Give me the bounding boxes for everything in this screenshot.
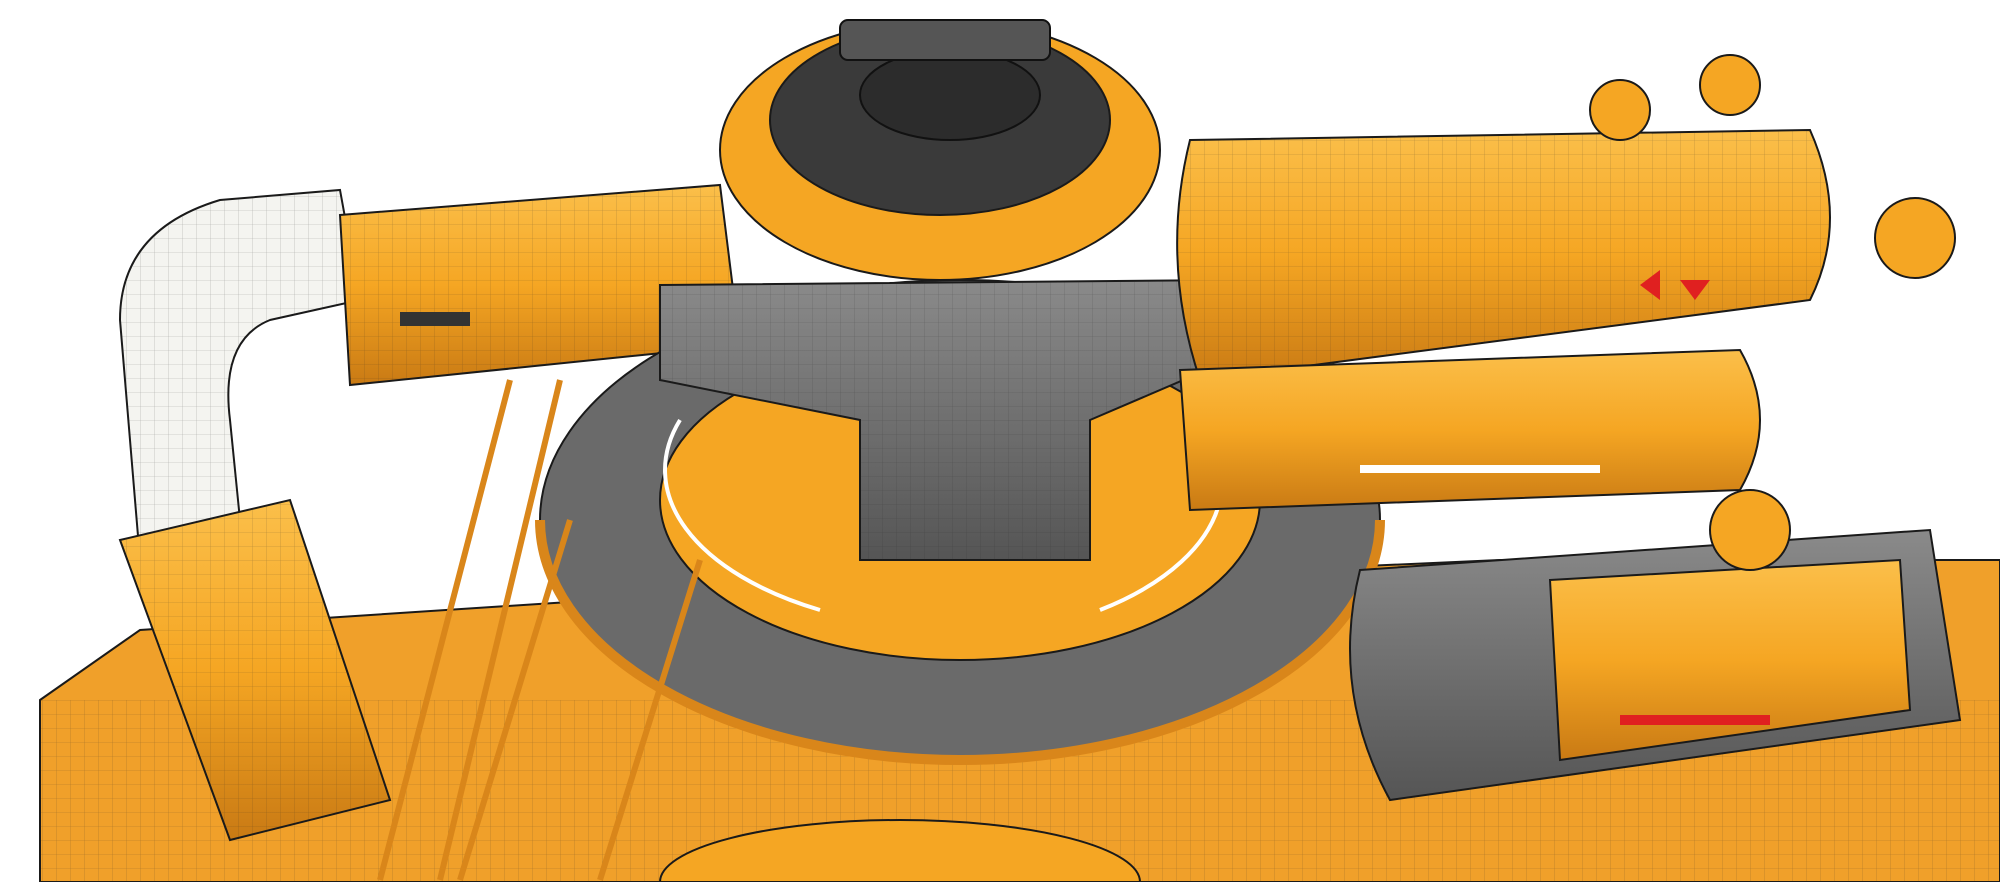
machinery-render xyxy=(39,19,2000,882)
top-valve xyxy=(1699,54,1761,116)
upper-right-cylinder xyxy=(1176,54,1956,382)
hazard-stripe xyxy=(400,312,470,326)
white-elbow-pipe xyxy=(118,188,362,562)
red-stripe xyxy=(1620,715,1770,725)
end-cap-valve xyxy=(1874,197,1956,279)
middle-right-cylinder xyxy=(1178,348,1761,512)
top-valve xyxy=(1589,79,1651,141)
